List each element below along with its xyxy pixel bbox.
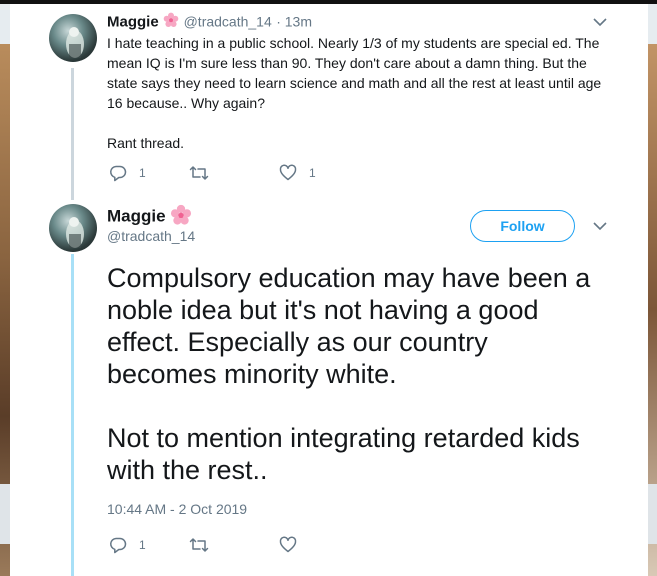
reply-icon: [109, 536, 127, 554]
reply-count: 1: [139, 166, 146, 180]
tweet-text-line: with the rest..: [107, 455, 268, 485]
tweet-text-line: Rant thread.: [107, 135, 185, 151]
retweet-button[interactable]: [189, 536, 279, 554]
tweet-text-line: Not to mention integrating retarded kids: [107, 423, 580, 453]
tweet-modal: Maggie @tradcath_14 · 13m I hate teachin…: [10, 4, 648, 576]
reply-button[interactable]: 1: [109, 164, 189, 182]
thread-connector-main: [71, 254, 74, 576]
tweet-actions: 1 1: [109, 164, 316, 182]
user-handle[interactable]: @tradcath_14: [107, 228, 195, 244]
tweet-text-line: noble idea but it's not having a good: [107, 295, 539, 325]
tweet-text-line: Compulsory education may have been a: [107, 263, 591, 293]
like-count: 1: [309, 166, 316, 180]
like-button[interactable]: 1: [279, 164, 316, 182]
tweet-time[interactable]: · 13m: [276, 14, 312, 30]
avatar[interactable]: [49, 14, 97, 62]
tweet-text-line: becomes minority white.: [107, 359, 397, 389]
thread-connector: [71, 68, 74, 200]
chevron-down-icon[interactable]: [592, 218, 608, 234]
tweet-text: Compulsory education may have been a nob…: [107, 262, 627, 486]
page-background-strip-left: [0, 484, 10, 544]
tweet-text-line: mean IQ is I'm sure less than 90. They d…: [107, 55, 587, 71]
cherry-blossom-icon: [170, 204, 192, 231]
heart-icon: [279, 164, 297, 182]
tweet-timestamp[interactable]: 10:44 AM - 2 Oct 2019: [107, 501, 247, 517]
tweet-text: I hate teaching in a public school. Near…: [107, 33, 607, 153]
heart-icon: [279, 536, 297, 554]
like-button[interactable]: [279, 536, 309, 554]
display-name[interactable]: Maggie: [107, 207, 166, 226]
tweet-header: Maggie: [107, 204, 192, 231]
tweet-text-line: 16 because.. Why again?: [107, 95, 265, 111]
user-handle[interactable]: @tradcath_14: [184, 14, 272, 30]
chevron-down-icon[interactable]: [592, 14, 608, 30]
tweet-text-line: state says they need to learn science an…: [107, 75, 602, 91]
retweet-icon: [189, 164, 209, 182]
display-name[interactable]: Maggie: [107, 14, 159, 31]
follow-button[interactable]: Follow: [470, 210, 575, 242]
avatar[interactable]: [49, 204, 97, 252]
reply-button[interactable]: 1: [109, 536, 189, 554]
tweet-actions: 1: [109, 536, 309, 554]
cherry-blossom-icon: [163, 12, 179, 33]
tweet-text-line: I hate teaching in a public school. Near…: [107, 35, 600, 51]
reply-count: 1: [139, 538, 146, 552]
retweet-button[interactable]: [189, 164, 279, 182]
page-background-strip-right: [648, 484, 657, 544]
tweet-text-line: effect. Especially as our country: [107, 327, 488, 357]
tweet-header: Maggie @tradcath_14 · 13m: [107, 12, 312, 33]
retweet-icon: [189, 536, 209, 554]
reply-icon: [109, 164, 127, 182]
